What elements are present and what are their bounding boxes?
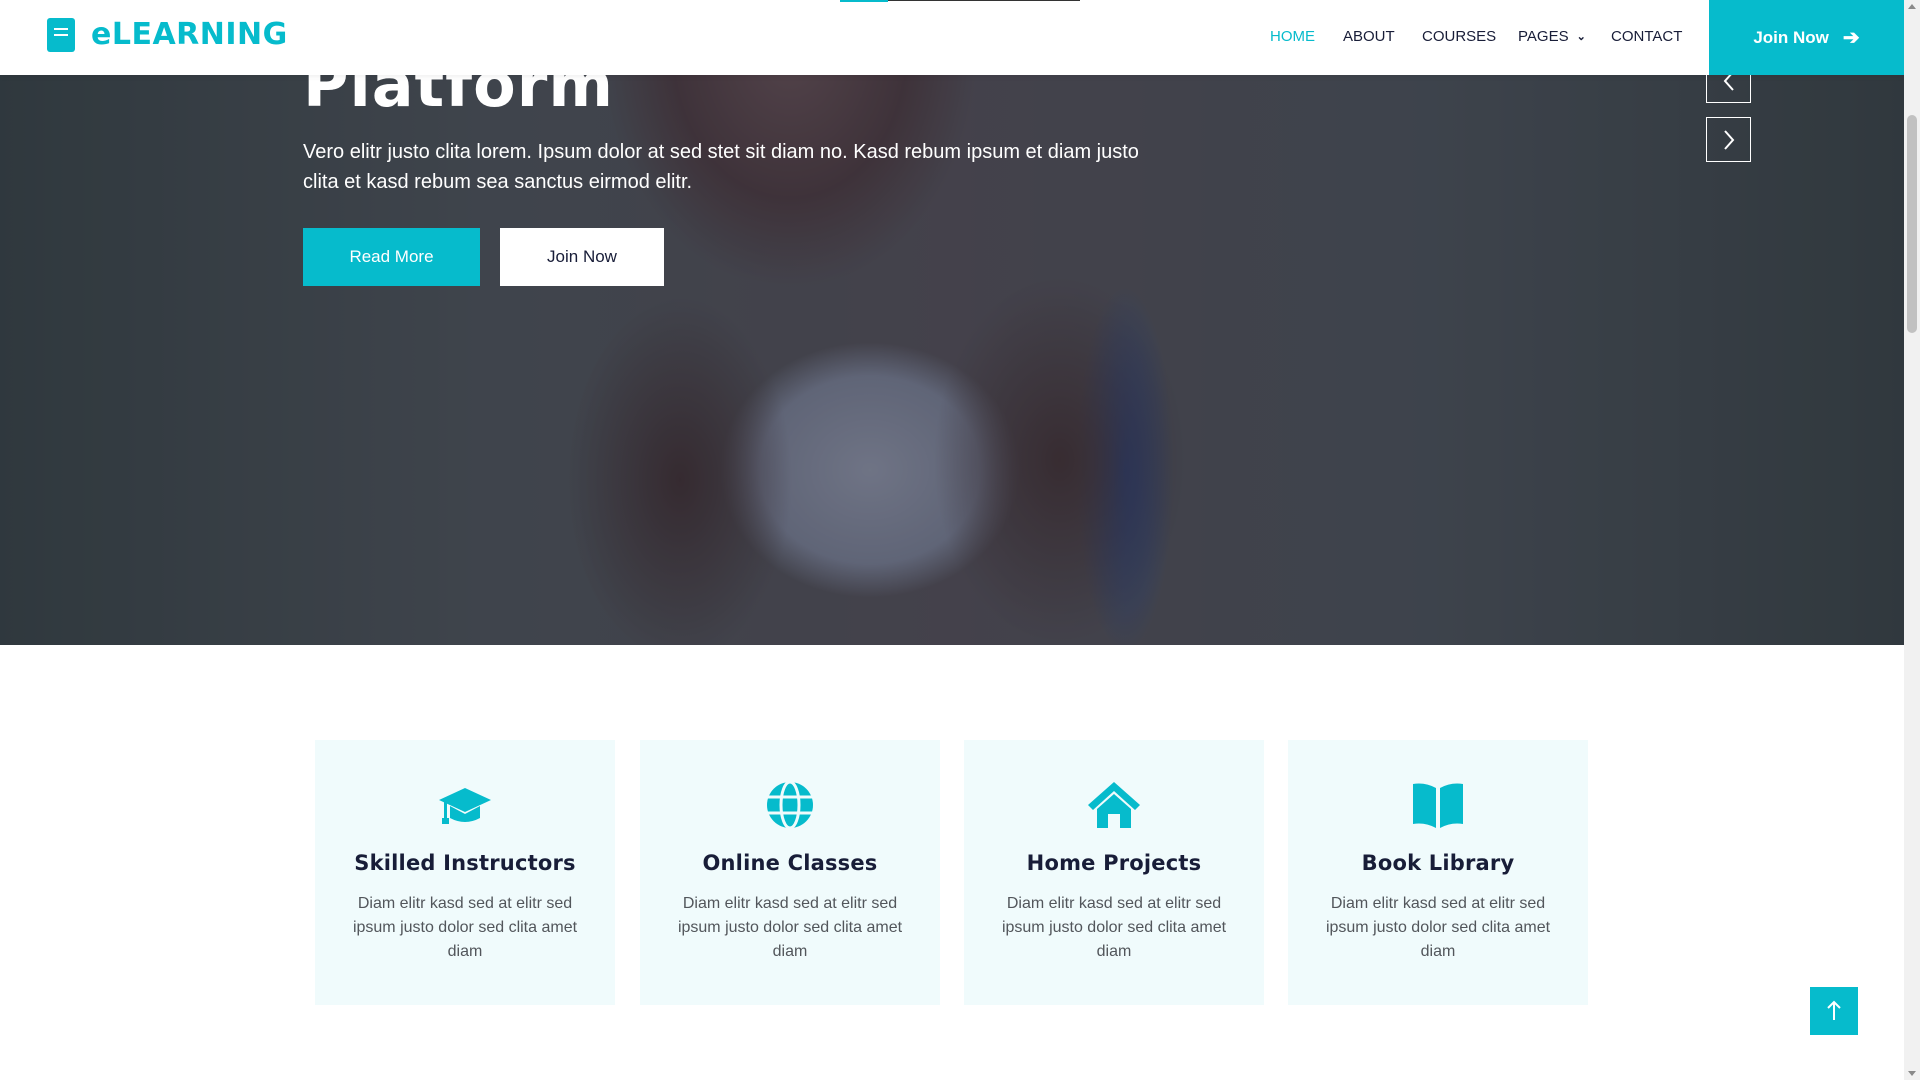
scroll-up-arrow[interactable] bbox=[1908, 4, 1916, 9]
hero-overlay bbox=[0, 0, 1904, 645]
book-icon bbox=[47, 17, 75, 52]
service-card-home-projects: Home Projects Diam elitr kasd sed at eli… bbox=[964, 740, 1264, 1005]
brand-logo[interactable]: eLEARNING bbox=[47, 17, 288, 52]
arrow-right-icon: ➔ bbox=[1842, 27, 1860, 49]
nav-join-now-button[interactable]: Join Now ➔ bbox=[1709, 0, 1904, 75]
chevron-down-icon: ⌄ bbox=[1576, 31, 1586, 43]
service-text: Diam elitr kasd sed at elitr sed ipsum j… bbox=[352, 895, 578, 960]
nav-item-about[interactable]: ABOUT bbox=[1343, 28, 1395, 45]
page-scrollbar[interactable] bbox=[1904, 0, 1920, 1080]
book-open-icon bbox=[1413, 783, 1463, 828]
service-title: Online Classes bbox=[702, 851, 878, 875]
service-title: Skilled Instructors bbox=[354, 851, 576, 875]
chevron-right-icon bbox=[1723, 129, 1734, 150]
home-icon bbox=[1088, 782, 1140, 828]
service-title: Book Library bbox=[1361, 851, 1515, 875]
hero-join-now-button[interactable]: Join Now bbox=[500, 228, 664, 286]
nav-join-now-label: Join Now bbox=[1753, 27, 1829, 47]
carousel-next-button[interactable] bbox=[1706, 117, 1751, 162]
hero-carousel: Platform Vero elitr justo clita lorem. I… bbox=[0, 0, 1904, 645]
service-card-online-classes: Online Classes Diam elitr kasd sed at el… bbox=[640, 740, 940, 1005]
nav-item-pages-label: PAGES bbox=[1518, 28, 1569, 45]
service-card-skilled-instructors: Skilled Instructors Diam elitr kasd sed … bbox=[315, 740, 615, 1005]
service-title: Home Projects bbox=[1026, 851, 1202, 875]
page-loader-line bbox=[840, 0, 1080, 2]
service-text: Diam elitr kasd sed at elitr sed ipsum j… bbox=[677, 895, 903, 960]
hero-description: Vero elitr justo clita lorem. Ipsum dolo… bbox=[303, 141, 1139, 193]
service-text: Diam elitr kasd sed at elitr sed ipsum j… bbox=[1325, 895, 1551, 960]
nav-item-courses[interactable]: COURSES bbox=[1422, 28, 1496, 45]
navbar: eLEARNING HOME ABOUT COURSES PAGES ⌄ CON… bbox=[0, 0, 1904, 75]
service-card-book-library: Book Library Diam elitr kasd sed at elit… bbox=[1288, 740, 1588, 1005]
service-text: Diam elitr kasd sed at elitr sed ipsum j… bbox=[1001, 895, 1227, 960]
nav-item-contact[interactable]: CONTACT bbox=[1611, 28, 1682, 45]
graduation-cap-icon bbox=[439, 788, 491, 824]
arrow-up-icon bbox=[1827, 1000, 1841, 1020]
nav-item-home[interactable]: HOME bbox=[1270, 28, 1315, 45]
scroll-down-arrow[interactable] bbox=[1908, 1071, 1916, 1076]
globe-icon bbox=[767, 780, 813, 830]
brand-name: eLEARNING bbox=[91, 17, 288, 52]
scrollbar-thumb[interactable] bbox=[1907, 115, 1917, 333]
nav-item-pages[interactable]: PAGES ⌄ bbox=[1518, 28, 1586, 45]
read-more-button[interactable]: Read More bbox=[303, 228, 480, 286]
back-to-top-button[interactable] bbox=[1810, 987, 1858, 1035]
